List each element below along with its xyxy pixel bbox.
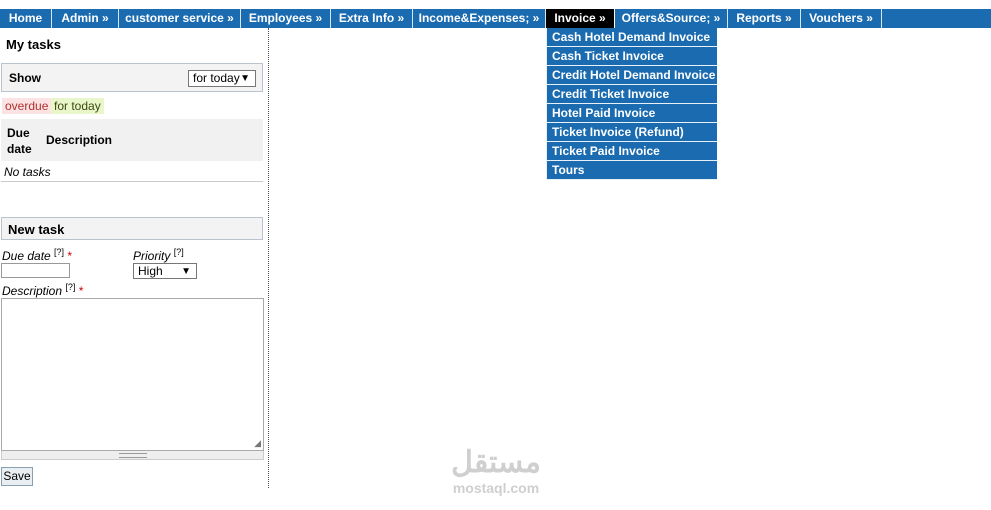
nav-offers-source[interactable]: Offers&Source; » — [615, 9, 728, 28]
save-button[interactable]: Save — [1, 467, 33, 486]
invoice-dropdown-menu: Cash Hotel Demand Invoice Cash Ticket In… — [546, 28, 717, 180]
nav-vouchers[interactable]: Vouchers » — [801, 9, 882, 28]
nav-customer-service[interactable]: customer service » — [119, 9, 241, 28]
new-task-header: New task — [1, 217, 263, 240]
dropdown-arrow-icon: ▼ — [181, 266, 191, 277]
due-date-input[interactable] — [1, 263, 70, 278]
menu-item-cash-hotel-demand-invoice[interactable]: Cash Hotel Demand Invoice — [547, 28, 717, 47]
menu-item-credit-ticket-invoice[interactable]: Credit Ticket Invoice — [547, 85, 717, 104]
description-textarea[interactable]: ◢ — [1, 298, 264, 451]
watermark-arabic: مستقل — [451, 446, 541, 479]
nav-invoice[interactable]: Invoice » — [546, 9, 615, 28]
nav-extra-info[interactable]: Extra Info » — [331, 9, 413, 28]
top-nav: Home Admin » customer service » Employee… — [0, 9, 991, 28]
resize-grip-icon[interactable]: ◢ — [254, 438, 261, 449]
due-date-label-text: Due date — [2, 249, 51, 263]
new-task-title: New task — [8, 222, 65, 237]
menu-item-tours[interactable]: Tours — [547, 161, 717, 180]
due-date-help[interactable]: [?] — [54, 247, 64, 257]
required-marker: * — [78, 284, 84, 298]
required-marker: * — [67, 249, 73, 263]
show-filter-value: for today — [193, 71, 240, 85]
table-divider — [1, 181, 263, 182]
show-filter-select[interactable]: for today ▼ — [188, 70, 256, 87]
priority-label: Priority [?] — [133, 247, 184, 263]
nav-home[interactable]: Home — [0, 9, 52, 28]
priority-select[interactable]: High ▼ — [133, 263, 197, 279]
column-header-description[interactable]: Description — [46, 133, 112, 147]
menu-item-cash-ticket-invoice[interactable]: Cash Ticket Invoice — [547, 47, 717, 66]
menu-item-ticket-paid-invoice[interactable]: Ticket Paid Invoice — [547, 142, 717, 161]
nav-employees[interactable]: Employees » — [241, 9, 331, 28]
menu-item-ticket-invoice-refund[interactable]: Ticket Invoice (Refund) — [547, 123, 717, 142]
description-label-text: Description — [2, 284, 63, 298]
show-filter-bar: Show for today ▼ — [1, 63, 263, 92]
show-label: Show — [9, 71, 41, 85]
watermark-latin: mostaql.com — [452, 480, 540, 496]
column-header-due-date[interactable]: Due date — [7, 125, 37, 157]
tasks-table-header: Due date Description — [1, 119, 263, 161]
resize-handle-icon — [119, 453, 147, 458]
nav-income-expenses[interactable]: Income&Expenses; » — [413, 9, 546, 28]
nav-admin[interactable]: Admin » — [52, 9, 119, 28]
due-date-label: Due date [?] * — [2, 247, 72, 263]
menu-item-credit-hotel-demand-invoice[interactable]: Credit Hotel Demand Invoice — [547, 66, 717, 85]
empty-tasks-text: No tasks — [4, 165, 51, 179]
menu-item-hotel-paid-invoice[interactable]: Hotel Paid Invoice — [547, 104, 717, 123]
tasks-panel: My tasks Show for today ▼ overdue for to… — [0, 28, 269, 488]
dropdown-arrow-icon: ▼ — [240, 73, 250, 84]
priority-help[interactable]: [?] — [174, 247, 184, 257]
legend-for-today: for today — [51, 98, 104, 114]
description-help[interactable]: [?] — [65, 282, 75, 292]
my-tasks-title: My tasks — [6, 37, 61, 52]
nav-reports[interactable]: Reports » — [728, 9, 801, 28]
textarea-resize-bar[interactable] — [1, 451, 264, 460]
priority-label-text: Priority — [133, 249, 171, 263]
mostaql-watermark: مستقل mostaql.com — [436, 446, 556, 497]
description-label: Description [?] * — [2, 282, 83, 298]
legend-overdue: overdue — [2, 98, 52, 114]
priority-value: High — [138, 264, 163, 278]
